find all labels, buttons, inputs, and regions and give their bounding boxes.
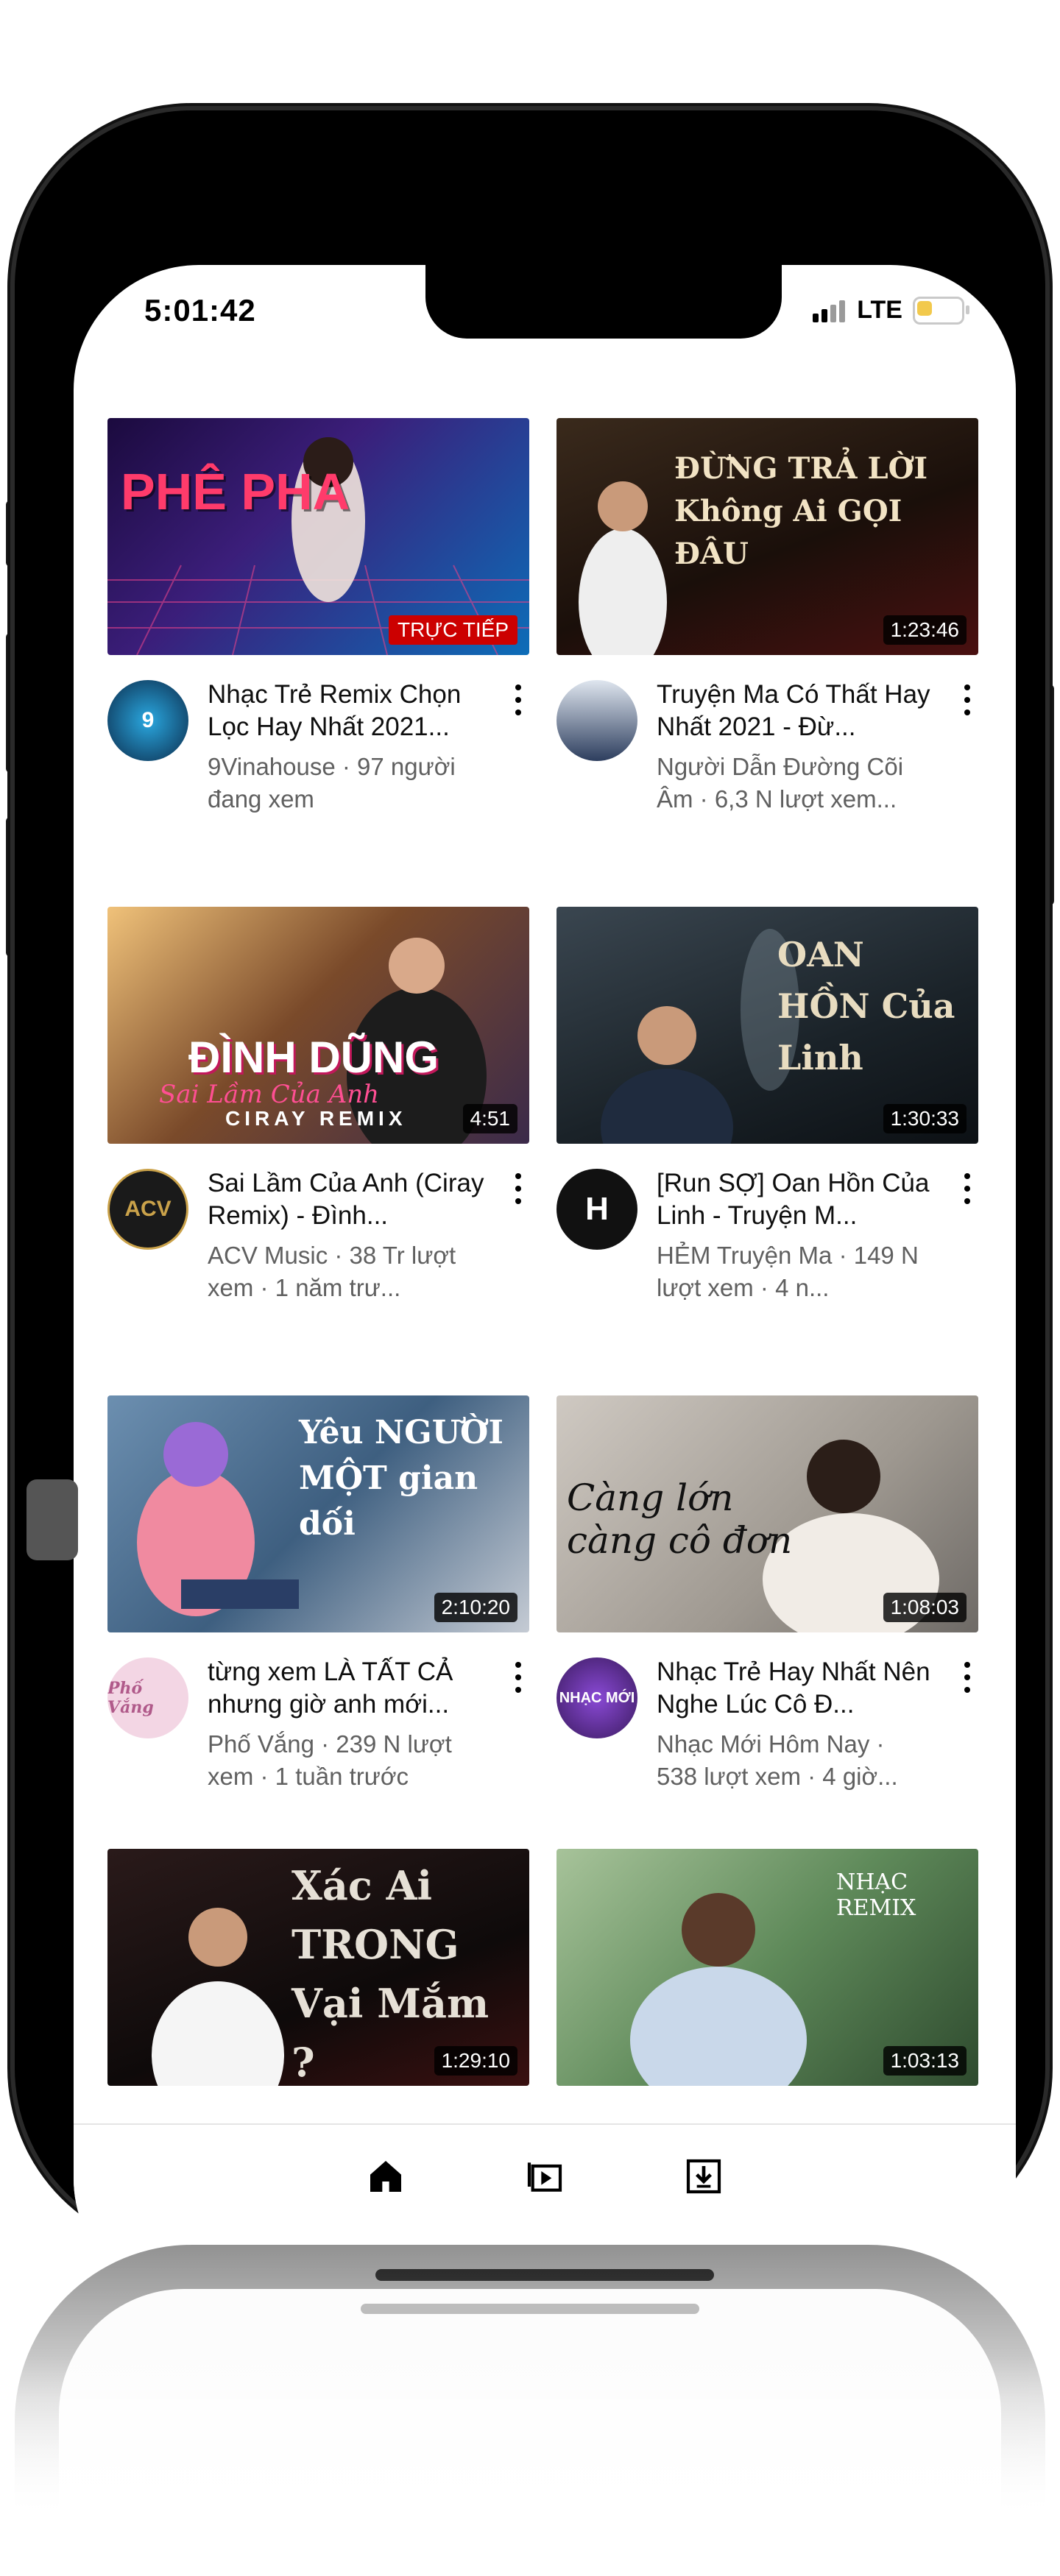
avatar-label: H [585,1191,609,1227]
video-meta: 9 Nhạc Trẻ Remix Chọn Lọc Hay Nhất 2021.… [107,655,529,813]
video-meta: H [Run SỢ] Oan Hồn Của Linh - Truyện M..… [556,1144,978,1301]
floating-handle[interactable] [26,1479,78,1560]
duration-badge: 4:51 [462,1104,517,1133]
video-thumbnail[interactable]: OAN HỒN Của Linh 1:30:33 [556,907,978,1144]
duration-badge: 1:29:10 [434,2046,517,2076]
bottom-navigation [74,2123,1016,2228]
video-thumbnail[interactable]: Càng lớn càng cô đơn 1:08:03 [556,1395,978,1632]
video-meta: Truyện Ma Có Thất Hay Nhất 2021 - Đừ... … [556,655,978,813]
reflection-fade [0,2355,1060,2576]
video-title[interactable]: [Run SỢ] Oan Hồn Của Linh - Truyện M... [657,1167,936,1232]
avatar-label: Phố Vắng [107,1679,154,1717]
video-card[interactable]: ĐỪNG TRẢ LỜI Không Ai GỌI ĐÂU 1:23:46 Tr… [556,418,978,813]
video-card[interactable]: PHÊ PHA TRỰC TIẾP 9 Nhạc Trẻ Remix Chọn … [107,418,529,813]
network-label: LTE [857,296,902,324]
video-title[interactable]: Truyện Ma Có Thất Hay Nhất 2021 - Đừ... [657,679,936,743]
video-subtitle: HẺM Truyện Ma · 149 N lượt xem · 4 n... [657,1242,919,1301]
notch [425,265,782,339]
video-thumbnail[interactable]: ĐỪNG TRẢ LỜI Không Ai GỌI ĐÂU 1:23:46 [556,418,978,655]
channel-avatar[interactable]: NHẠC MỚI [556,1657,637,1738]
thumbnail-title: ĐỪNG TRẢ LỜI Không Ai GỌI ĐÂU [674,451,928,571]
video-thumbnail[interactable]: NHẠC REMIX 1:03:13 [556,1849,978,2086]
more-options-icon[interactable] [507,1169,529,1209]
video-meta: ACV Sai Lầm Của Anh (Ciray Remix) - Đình… [107,1144,529,1301]
thumbnail-title: Càng lớn càng cô đơn [567,1476,793,1562]
live-badge: TRỰC TIẾP [389,615,517,645]
power-button [1045,684,1054,905]
channel-avatar[interactable]: Phố Vắng [107,1657,188,1738]
video-subtitle: Nhạc Mới Hôm Nay · 538 lượt xem · 4 giờ.… [657,1730,898,1790]
volume-down-button [6,817,15,957]
phone-screen: 5:01:42 LTE PHÊ PHA TRỰC TIẾP 9 Nhạc Trẻ… [74,265,1016,2304]
video-card[interactable]: Xác Ai TRONG Vại Mắm ? 1:29:10 [107,1849,529,2086]
duration-badge: 1:30:33 [883,1104,967,1133]
reflection-home-bar [361,2304,699,2314]
thumbnail-title: PHÊ PHA [121,463,350,520]
silent-switch [6,500,15,567]
avatar-label: 9 [141,708,155,732]
video-subtitle: ACV Music · 38 Tr lượt xem · 1 năm trư..… [208,1242,456,1301]
subscriptions-icon[interactable] [523,2154,567,2198]
video-subtitle: Người Dẫn Đường Cõi Âm · 6,3 N lượt xem.… [657,753,904,813]
video-title[interactable]: Sai Lầm Của Anh (Ciray Remix) - Đình... [208,1167,487,1232]
video-title[interactable]: Nhạc Trẻ Remix Chọn Lọc Hay Nhất 2021... [208,679,487,743]
duration-badge: 1:03:13 [883,2046,967,2076]
video-subtitle: 9Vinahouse · 97 người đang xem [208,753,456,813]
home-icon[interactable] [364,2154,408,2198]
video-card[interactable]: NHẠC REMIX 1:03:13 [556,1849,978,2086]
battery-icon [913,296,969,325]
channel-avatar[interactable] [556,680,637,761]
duration-badge: 2:10:20 [434,1593,517,1622]
video-card[interactable]: Yêu NGƯỜI MỘT gian dối 2:10:20 Phố Vắng … [107,1395,529,1790]
video-thumbnail[interactable]: ĐÌNH DŨNG Sai Lầm Của Anh CIRAY REMIX 4:… [107,907,529,1144]
video-thumbnail[interactable]: Yêu NGƯỜI MỘT gian dối 2:10:20 [107,1395,529,1632]
channel-avatar[interactable]: ACV [107,1169,188,1250]
more-options-icon[interactable] [507,680,529,720]
avatar-label: NHẠC MỚI [559,1689,635,1706]
thumbnail-title: ĐÌNH DŨNG [188,1033,439,1082]
thumbnail-tag: CIRAY REMIX [225,1107,407,1130]
more-options-icon[interactable] [507,1657,529,1697]
video-title[interactable]: từng xem LÀ TẤT CẢ nhưng giờ anh mới... [208,1656,487,1721]
status-time: 5:01:42 [144,293,256,328]
video-card[interactable]: Càng lớn càng cô đơn 1:08:03 NHẠC MỚI Nh… [556,1395,978,1790]
library-icon[interactable] [682,2154,726,2198]
more-options-icon[interactable] [956,680,978,720]
channel-avatar[interactable]: H [556,1169,637,1250]
thumbnail-title: NHẠC REMIX [836,1869,916,1921]
duration-badge: 1:08:03 [883,1593,967,1622]
volume-up-button [6,633,15,773]
more-options-icon[interactable] [956,1657,978,1697]
video-title[interactable]: Nhạc Trẻ Hay Nhất Nên Nghe Lúc Cô Đ... [657,1656,936,1721]
video-card[interactable]: ĐÌNH DŨNG Sai Lầm Của Anh CIRAY REMIX 4:… [107,907,529,1301]
thumbnail-title: Yêu NGƯỜI MỘT gian dối [299,1414,504,1543]
phone-frame: 5:01:42 LTE PHÊ PHA TRỰC TIẾP 9 Nhạc Trẻ… [15,110,1045,2304]
channel-avatar[interactable]: 9 [107,680,188,761]
duration-badge: 1:23:46 [883,615,967,645]
more-options-icon[interactable] [956,1169,978,1209]
thumbnail-subtitle: Sai Lầm Của Anh [159,1080,380,1109]
status-indicators: LTE [813,296,969,325]
video-card[interactable]: OAN HỒN Của Linh 1:30:33 H [Run SỢ] Oan … [556,907,978,1301]
video-meta: Phố Vắng từng xem LÀ TẤT CẢ nhưng giờ an… [107,1632,529,1790]
thumbnail-title: OAN HỒN Của Linh [777,935,955,1078]
avatar-label: ACV [124,1197,172,1221]
video-thumbnail[interactable]: PHÊ PHA TRỰC TIẾP [107,418,529,655]
video-thumbnail[interactable]: Xác Ai TRONG Vại Mắm ? 1:29:10 [107,1849,529,2086]
video-subtitle: Phố Vắng · 239 N lượt xem · 1 tuần trước [208,1730,452,1790]
video-meta: NHẠC MỚI Nhạc Trẻ Hay Nhất Nên Nghe Lúc … [556,1632,978,1790]
signal-icon [813,299,846,322]
